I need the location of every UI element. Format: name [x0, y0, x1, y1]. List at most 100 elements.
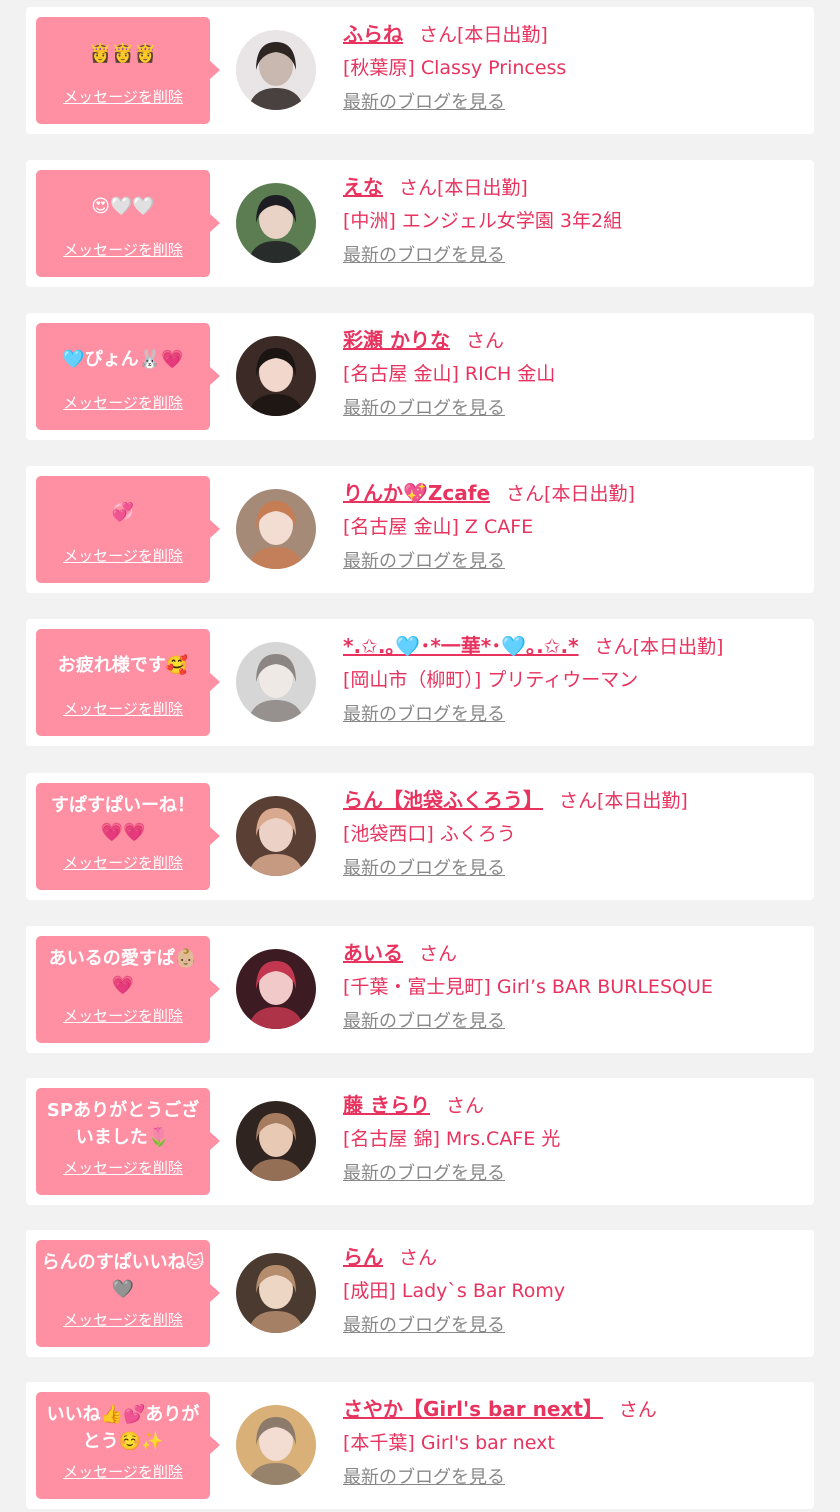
latest-blog-link[interactable]: 最新のブログを見る: [343, 1314, 505, 1338]
sender-line: らん【池袋ふくろう】 さん[本日出勤]: [343, 783, 804, 817]
avatar-photo: [236, 1253, 316, 1333]
avatar[interactable]: [236, 183, 316, 263]
sender-name-link[interactable]: *.✩.｡🩵･*一華*･🩵｡.✩.*: [343, 634, 579, 658]
sender-name-link[interactable]: らん【池袋ふくろう】: [343, 788, 543, 812]
sender-line: あいる さん: [343, 936, 804, 970]
message-text: お疲れ様です🥰: [57, 654, 189, 676]
sender-name-link[interactable]: さやか【Girl's bar next】: [343, 1397, 603, 1421]
avatar[interactable]: [236, 949, 316, 1029]
avatar-photo: [236, 183, 316, 263]
message-info: *.✩.｡🩵･*一華*･🩵｡.✩.* さん[本日出勤] [岡山市（柳町）] プリテ…: [343, 629, 804, 727]
shop-name: [千葉・富士見町] Girl’s BAR BURLESQUE: [343, 976, 713, 998]
latest-blog-link[interactable]: 最新のブログを見る: [343, 857, 505, 881]
message-bubble: いいね👍💕ありがとう☺️✨ メッセージを削除: [36, 1392, 220, 1499]
avatar-photo: [236, 642, 316, 722]
delete-message-link[interactable]: メッセージを削除: [36, 854, 210, 872]
shop-name: [本千葉] Girl's bar next: [343, 1432, 555, 1454]
sender-line: 藤 きらり さん: [343, 1088, 804, 1122]
message-bubble: 💞 メッセージを削除: [36, 476, 220, 583]
delete-message-link[interactable]: メッセージを削除: [36, 1007, 210, 1025]
sender-line: ふらね さん[本日出勤]: [343, 17, 804, 51]
shop-name: [名古屋 金山] Z CAFE: [343, 516, 534, 538]
attendance-status: [本日出勤]: [457, 24, 548, 46]
avatar[interactable]: [236, 796, 316, 876]
message-text: いいね👍💕ありがとう☺️✨: [46, 1404, 200, 1452]
message-card: いいね👍💕ありがとう☺️✨ メッセージを削除 さやか【Girl's bar ne…: [26, 1382, 814, 1509]
delete-message-link[interactable]: メッセージを削除: [36, 241, 210, 259]
delete-message-link[interactable]: メッセージを削除: [36, 1159, 210, 1177]
avatar-photo: [236, 949, 316, 1029]
honorific: さん: [445, 1095, 484, 1117]
message-text: 💞: [111, 501, 135, 523]
avatar-photo: [236, 1101, 316, 1181]
avatar[interactable]: [236, 1101, 316, 1181]
avatar[interactable]: [236, 489, 316, 569]
message-card: 🩵ぴょん🐰💗 メッセージを削除 彩瀬 かりな さん [名古屋 金山] RICH 金…: [26, 313, 814, 440]
avatar[interactable]: [236, 642, 316, 722]
sender-name-link[interactable]: らん: [343, 1245, 383, 1269]
delete-message-link[interactable]: メッセージを削除: [36, 547, 210, 565]
sender-name-link[interactable]: あいる: [343, 941, 403, 965]
latest-blog-link[interactable]: 最新のブログを見る: [343, 703, 505, 727]
attendance-status: [本日出勤]: [632, 636, 724, 658]
latest-blog-link[interactable]: 最新のブログを見る: [343, 91, 505, 115]
shop-name: [名古屋 錦] Mrs.CAFE 光: [343, 1128, 561, 1150]
message-info: らん さん [成田] Lady`s Bar Romy 最新のブログを見る: [343, 1240, 804, 1338]
delete-message-link[interactable]: メッセージを削除: [36, 88, 210, 106]
avatar-photo: [236, 336, 316, 416]
message-text: あいるの愛すぱ👶🏼💗: [48, 948, 198, 996]
shop-name: [秋葉原] Classy Princess: [343, 57, 567, 79]
avatar[interactable]: [236, 1253, 316, 1333]
sender-line: らん さん: [343, 1240, 804, 1274]
avatar-photo: [236, 489, 316, 569]
delete-message-link[interactable]: メッセージを削除: [36, 1311, 210, 1329]
message-card: 💞 メッセージを削除 りんか💖Zcafe さん[本日出勤] [名古屋 金山] Z …: [26, 466, 814, 593]
message-card: すぱすぱいーね！💗💗 メッセージを削除 らん【池袋ふくろう】 さん[本日出勤] […: [26, 773, 814, 900]
sender-name-link[interactable]: 彩瀬 かりな: [343, 328, 450, 352]
message-bubble: SPありがとうございました🌷 メッセージを削除: [36, 1088, 220, 1195]
sender-name-link[interactable]: りんか💖Zcafe: [343, 481, 490, 505]
message-bubble: すぱすぱいーね！💗💗 メッセージを削除: [36, 783, 220, 890]
message-info: あいる さん [千葉・富士見町] Girl’s BAR BURLESQUE 最新の…: [343, 936, 804, 1034]
avatar[interactable]: [236, 30, 316, 110]
sender-name-link[interactable]: ふらね: [343, 22, 403, 46]
shop-name: [岡山市（柳町）] プリティウーマン: [343, 669, 639, 691]
honorific: さん: [419, 24, 458, 46]
delete-message-link[interactable]: メッセージを削除: [36, 700, 210, 718]
avatar[interactable]: [236, 1405, 316, 1485]
avatar[interactable]: [236, 336, 316, 416]
latest-blog-link[interactable]: 最新のブログを見る: [343, 1010, 505, 1034]
message-text: 🩵ぴょん🐰💗: [62, 348, 184, 370]
avatar-photo: [236, 796, 316, 876]
honorific: さん: [506, 483, 545, 505]
message-bubble: らんのすぱいいね🐱🩶 メッセージを削除: [36, 1240, 220, 1347]
latest-blog-link[interactable]: 最新のブログを見る: [343, 1162, 505, 1186]
honorific: さん: [399, 177, 438, 199]
message-info: りんか💖Zcafe さん[本日出勤] [名古屋 金山] Z CAFE 最新のブログ…: [343, 476, 804, 574]
message-bubble: 👸👸👸 メッセージを削除: [36, 17, 220, 124]
message-list: 👸👸👸 メッセージを削除 ふらね さん[本日出勤] [秋葉原] Classy Pr…: [0, 0, 840, 1512]
sender-name-link[interactable]: えな: [343, 175, 383, 199]
avatar-photo: [236, 30, 316, 110]
honorific: さん: [618, 1399, 657, 1421]
sender-line: りんか💖Zcafe さん[本日出勤]: [343, 476, 804, 510]
shop-name: [中洲] エンジェル女学園 3年2組: [343, 210, 623, 232]
message-bubble: お疲れ様です🥰 メッセージを削除: [36, 629, 220, 736]
latest-blog-link[interactable]: 最新のブログを見る: [343, 550, 505, 574]
latest-blog-link[interactable]: 最新のブログを見る: [343, 397, 505, 421]
honorific: さん: [465, 330, 504, 352]
message-card: 😍🤍🤍 メッセージを削除 えな さん[本日出勤] [中洲] エンジェル女学園 3年…: [26, 160, 814, 287]
latest-blog-link[interactable]: 最新のブログを見る: [343, 244, 505, 268]
message-card: らんのすぱいいね🐱🩶 メッセージを削除 らん さん [成田] Lady`s Bar…: [26, 1230, 814, 1357]
sender-line: さやか【Girl's bar next】 さん: [343, 1392, 804, 1426]
delete-message-link[interactable]: メッセージを削除: [36, 1463, 210, 1481]
message-info: 彩瀬 かりな さん [名古屋 金山] RICH 金山 最新のブログを見る: [343, 323, 804, 421]
latest-blog-link[interactable]: 最新のブログを見る: [343, 1466, 505, 1490]
delete-message-link[interactable]: メッセージを削除: [36, 394, 210, 412]
message-text: すぱすぱいーね！💗💗: [51, 795, 195, 843]
message-bubble: あいるの愛すぱ👶🏼💗 メッセージを削除: [36, 936, 220, 1043]
message-info: さやか【Girl's bar next】 さん [本千葉] Girl's bar …: [343, 1392, 804, 1490]
message-card: お疲れ様です🥰 メッセージを削除 *.✩.｡🩵･*一華*･🩵｡.✩.* さん[本日…: [26, 619, 814, 746]
message-text: らんのすぱいいね🐱🩶: [41, 1252, 205, 1300]
sender-name-link[interactable]: 藤 きらり: [343, 1093, 430, 1117]
